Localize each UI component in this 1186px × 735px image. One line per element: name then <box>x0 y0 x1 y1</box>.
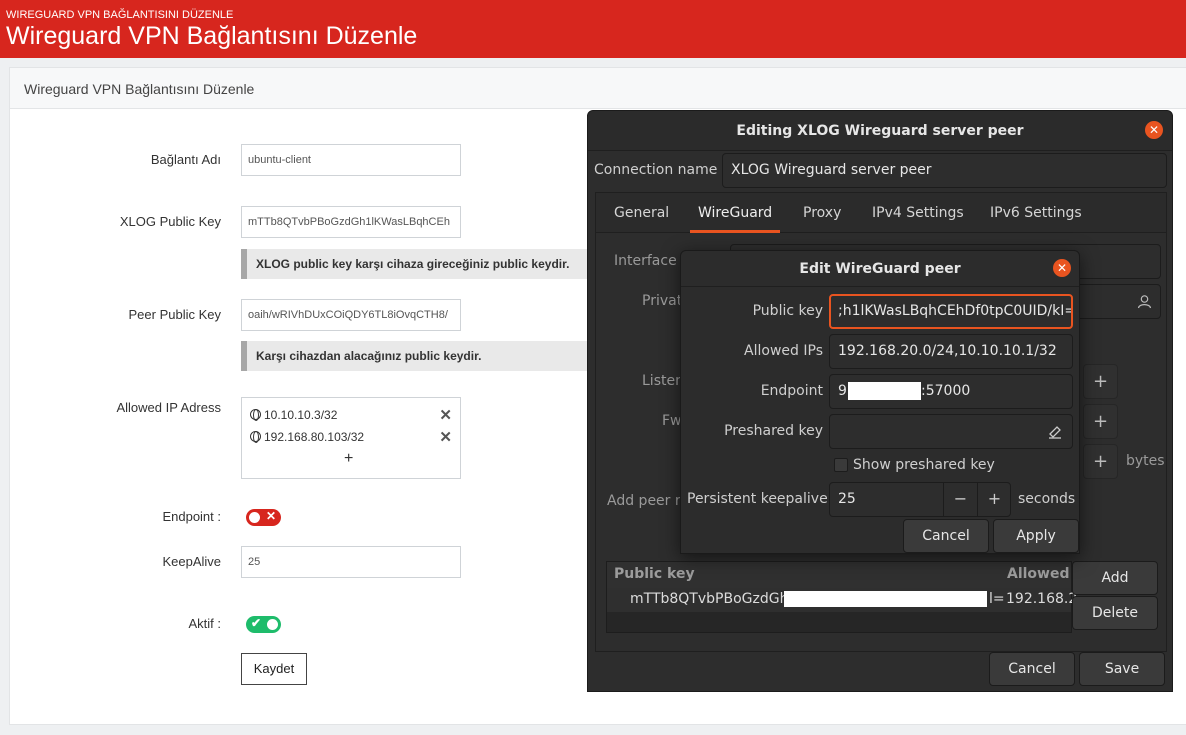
tab-ipv6-settings[interactable]: IPv6 Settings <box>990 193 1082 233</box>
edit-clear-icon[interactable] <box>1047 423 1063 439</box>
private-key-label: Privat <box>642 293 683 309</box>
listen-port-plus-button[interactable]: + <box>1083 364 1118 399</box>
keepalive-plus-button[interactable]: + <box>977 482 1011 517</box>
delete-peer-button[interactable]: Delete <box>1072 596 1158 630</box>
allowed-ip-label: Allowed IP Adress <box>116 400 221 415</box>
list-item: 10.10.10.3/32 <box>250 408 337 422</box>
listen-port-label: Listen <box>642 373 684 389</box>
add-peer-button[interactable]: Add <box>1072 561 1158 595</box>
allowed-ip-value: 192.168.80.103/32 <box>264 430 365 444</box>
preshared-key-field[interactable] <box>829 414 1073 449</box>
peer-key-start: mTTb8QTvbPBoGzdGh <box>630 591 789 607</box>
tab-proxy[interactable]: Proxy <box>803 193 841 233</box>
allowed-ip-list: 10.10.10.3/32 ✕ 192.168.80.103/32 ✕ + <box>241 397 461 479</box>
save-button[interactable]: Save <box>1079 652 1165 686</box>
breadcrumb: WIREGUARD VPN BAĞLANTISINI DÜZENLE <box>6 9 234 21</box>
peers-table-header: Public key Allowed I <box>607 562 1080 588</box>
top-header: WIREGUARD VPN BAĞLANTISINI DÜZENLE Wireg… <box>0 0 1186 58</box>
interface-label: Interface <box>614 253 677 269</box>
connection-name-label: Connection name <box>594 162 718 178</box>
allowed-ips-field[interactable]: 192.168.20.0/24,10.10.10.1/32 <box>829 334 1073 369</box>
fwmark-label: Fw <box>662 413 682 429</box>
tab-general[interactable]: General <box>614 193 669 233</box>
active-label: Aktif : <box>188 616 221 631</box>
remove-ip-button[interactable]: ✕ <box>439 406 452 424</box>
endpoint-toggle[interactable]: ✕ <box>246 509 281 526</box>
show-preshared-checkbox[interactable] <box>834 458 848 472</box>
endpoint-prefix: 9 <box>838 383 847 399</box>
column-allowed-ips: Allowed I <box>1007 566 1080 582</box>
add-peer-label: Add peer r <box>607 493 681 509</box>
page-title: Wireguard VPN Bağlantısını Düzenle <box>6 22 418 50</box>
save-button[interactable]: Kaydet <box>241 653 307 685</box>
close-icon[interactable]: ✕ <box>1145 121 1163 139</box>
mtu-plus-button[interactable]: + <box>1083 444 1118 479</box>
keepalive-input[interactable]: 25 <box>241 546 461 578</box>
add-ip-button[interactable]: + <box>344 450 353 468</box>
close-icon[interactable]: ✕ <box>1053 259 1071 277</box>
seconds-label: seconds <box>1018 491 1076 507</box>
peers-table: Public key Allowed I mTTb8QTvbPBoGzdGh l… <box>606 561 1080 633</box>
column-public-key: Public key <box>614 566 695 582</box>
xlog-public-key-label: XLOG Public Key <box>119 214 221 229</box>
public-key-field[interactable]: ;h1lKWasLBqhCEhDf0tpC0UID/kI= <box>829 294 1073 329</box>
tab-bar: General WireGuard Proxy IPv4 Settings IP… <box>596 193 1166 233</box>
active-toggle[interactable]: ✔ <box>246 616 281 633</box>
xlog-public-key-input[interactable]: mTTb8QTvbPBoGzdGh1lKWasLBqhCEh <box>241 206 461 238</box>
check-icon: ✔ <box>251 616 262 630</box>
card-title: Wireguard VPN Bağlantısını Düzenle <box>24 81 255 97</box>
keepalive-minus-button[interactable]: − <box>943 482 977 517</box>
cancel-button[interactable]: Cancel <box>989 652 1075 686</box>
list-item: 192.168.80.103/32 <box>250 430 364 444</box>
remove-ip-button[interactable]: ✕ <box>439 428 452 446</box>
peer-dialog-title: Edit WireGuard peer <box>681 251 1079 287</box>
redacted-endpoint <box>848 382 921 400</box>
peer-allowed-ips: 192.168.2 <box>1006 591 1078 607</box>
endpoint-label: Endpoint <box>760 383 823 399</box>
peer-public-key-input[interactable]: oaih/wRIVhDUxCOiQDY6TL8iOvqCTH8/ <box>241 299 461 331</box>
preshared-key-label: Preshared key <box>724 423 823 439</box>
connection-name-input[interactable]: ubuntu-client <box>241 144 461 176</box>
show-preshared-label: Show preshared key <box>853 457 995 473</box>
fwmark-plus-button[interactable]: + <box>1083 404 1118 439</box>
redacted-key <box>784 591 987 607</box>
dialog-title: Editing XLOG Wireguard server peer <box>588 111 1172 151</box>
tab-ipv4-settings[interactable]: IPv4 Settings <box>872 193 964 233</box>
public-key-label: Public key <box>752 303 823 319</box>
connection-name-label: Bağlantı Adı <box>150 152 221 167</box>
keepalive-label: KeepAlive <box>162 554 221 569</box>
peer-key-end: l= <box>989 591 1005 607</box>
apply-button[interactable]: Apply <box>993 519 1079 553</box>
close-icon: ✕ <box>266 509 277 523</box>
peer-public-key-label: Peer Public Key <box>128 307 222 322</box>
xlog-key-hint: XLOG public key karşı cihaza gireceğiniz… <box>241 249 601 279</box>
toggle-knob <box>249 512 260 523</box>
edit-peer-dialog: Edit WireGuard peer ✕ Public key ;h1lKWa… <box>680 250 1080 554</box>
bytes-label: bytes <box>1126 453 1165 469</box>
globe-icon <box>250 431 261 443</box>
connection-name-field[interactable]: XLOG Wireguard server peer <box>722 153 1167 188</box>
endpoint-field[interactable]: 9 :57000 <box>829 374 1073 409</box>
endpoint-label: Endpoint : <box>162 509 221 524</box>
card-header: Wireguard VPN Bağlantısını Düzenle <box>10 68 1186 109</box>
peer-key-hint: Karşı cihazdan alacağınız public keydir. <box>241 341 601 371</box>
endpoint-port: :57000 <box>921 383 971 399</box>
globe-icon <box>250 409 261 421</box>
user-icon[interactable] <box>1137 294 1152 309</box>
toggle-knob <box>267 619 278 630</box>
keepalive-label: Persistent keepalive <box>687 491 828 507</box>
allowed-ips-label: Allowed IPs <box>744 343 823 359</box>
table-row[interactable]: mTTb8QTvbPBoGzdGh l= 192.168.2 <box>607 588 1077 612</box>
allowed-ip-value: 10.10.10.3/32 <box>264 408 338 422</box>
tab-wireguard[interactable]: WireGuard <box>690 193 781 233</box>
cancel-button[interactable]: Cancel <box>903 519 989 553</box>
